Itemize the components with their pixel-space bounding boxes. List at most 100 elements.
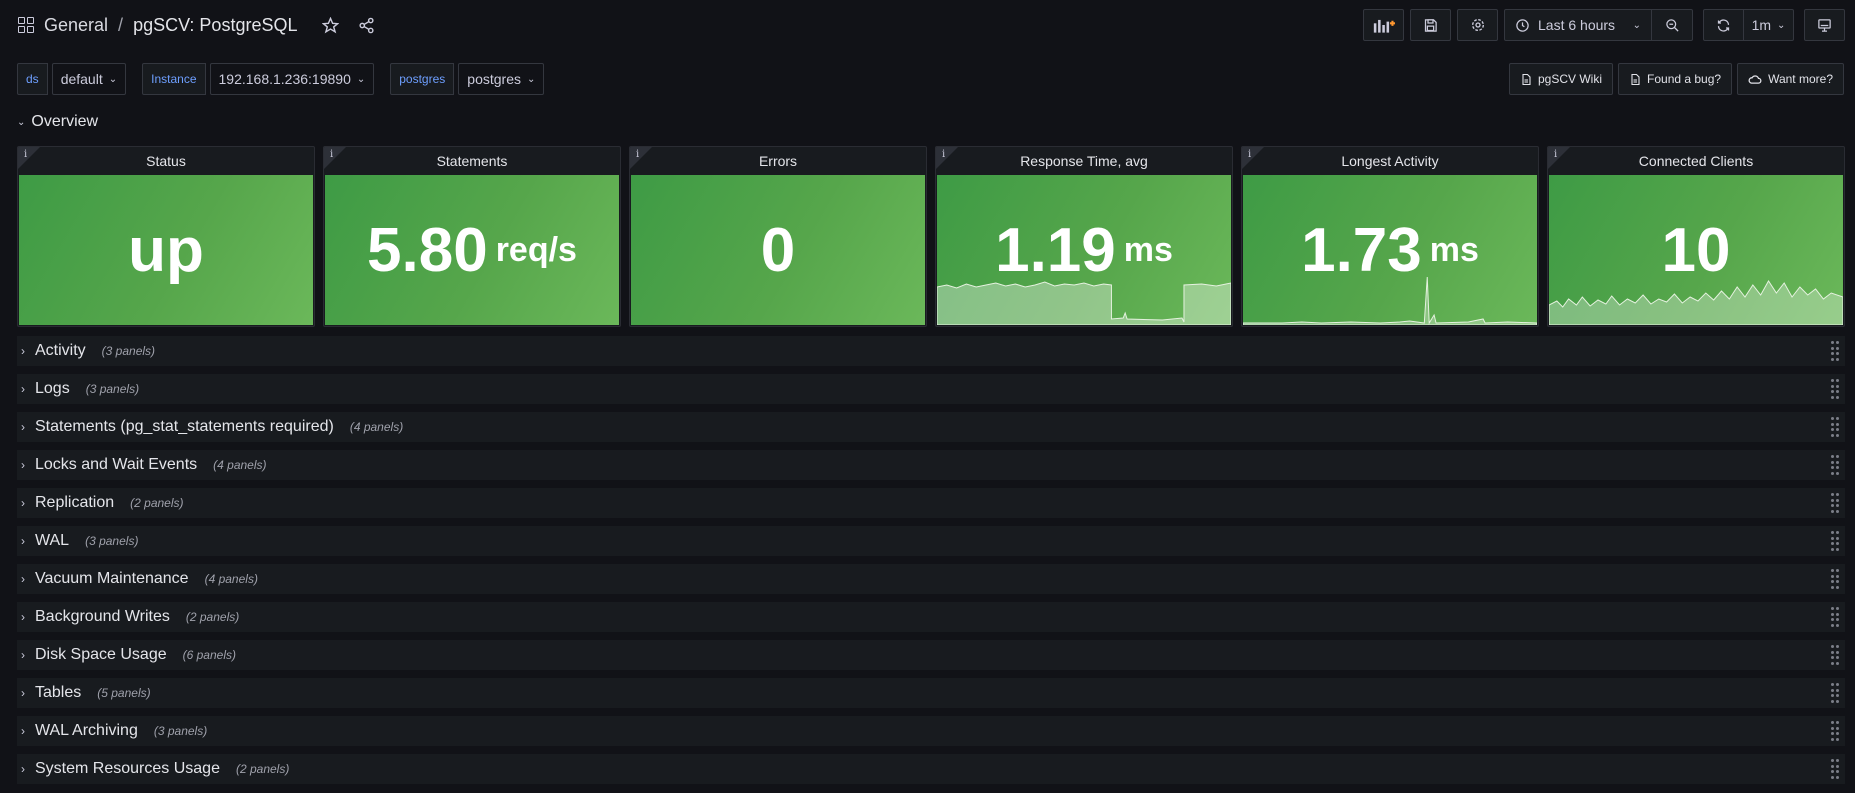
panel-title: Statements: [436, 153, 508, 169]
stat-value: 1.73: [1301, 215, 1422, 285]
drag-handle-icon[interactable]: [1831, 341, 1839, 361]
link-found-a-bug[interactable]: Found a bug?: [1618, 63, 1733, 95]
row-overview[interactable]: ⌄ Overview: [17, 113, 98, 131]
chevron-right-icon: ›: [21, 762, 25, 776]
drag-handle-icon[interactable]: [1831, 721, 1839, 741]
row-disk-space-usage[interactable]: › Disk Space Usage (6 panels): [17, 640, 1845, 670]
info-icon[interactable]: i: [24, 149, 27, 160]
save-icon: [1424, 18, 1437, 32]
time-range-label: Last 6 hours: [1538, 17, 1616, 33]
info-icon[interactable]: i: [1248, 149, 1251, 160]
stat-value-area: up: [19, 175, 313, 325]
info-icon[interactable]: i: [330, 149, 333, 160]
stat-value-area: 10: [1549, 175, 1843, 325]
chevron-right-icon: ›: [21, 724, 25, 738]
dashboard-settings-button[interactable]: [1457, 9, 1498, 41]
chevron-right-icon: ›: [21, 496, 25, 510]
chevron-right-icon: ›: [21, 420, 25, 434]
stat-unit: ms: [1429, 230, 1479, 269]
row-title: Locks and Wait Events: [35, 456, 198, 473]
info-icon[interactable]: i: [636, 149, 639, 160]
drag-handle-icon[interactable]: [1831, 493, 1839, 513]
gear-icon: [1471, 19, 1484, 31]
drag-handle-icon[interactable]: [1831, 759, 1839, 779]
info-icon[interactable]: i: [942, 149, 945, 160]
chevron-down-icon: ⌄: [356, 73, 366, 85]
row-locks-and-wait-events[interactable]: › Locks and Wait Events (4 panels): [17, 450, 1845, 480]
stat-panel-errors[interactable]: i Errors 0: [629, 146, 927, 327]
row-wal[interactable]: › WAL (3 panels): [17, 526, 1845, 556]
row-title: WAL Archiving: [35, 722, 138, 739]
row-background-writes[interactable]: › Background Writes (2 panels): [17, 602, 1845, 632]
chevron-down-icon: ⌄: [17, 116, 26, 128]
row-panel-count: (2 panels): [185, 610, 240, 624]
row-vacuum-maintenance[interactable]: › Vacuum Maintenance (4 panels): [17, 564, 1845, 594]
stat-panel-status[interactable]: i Status up: [17, 146, 315, 327]
zoom-out-button[interactable]: [1652, 9, 1693, 41]
row-system-resources-usage[interactable]: › System Resources Usage (2 panels): [17, 754, 1845, 784]
row-panel-count: (2 panels): [235, 762, 290, 776]
link-label: Found a bug?: [1647, 72, 1722, 86]
add-panel-button[interactable]: [1363, 9, 1404, 41]
drag-handle-icon[interactable]: [1831, 531, 1839, 551]
link-want-more[interactable]: Want more?: [1737, 63, 1844, 95]
time-picker-button[interactable]: Last 6 hours ⌄: [1504, 9, 1652, 41]
link-pgscv-wiki[interactable]: pgSCV Wiki: [1509, 63, 1614, 95]
dashboard-title[interactable]: pgSCV: PostgreSQL: [133, 15, 297, 36]
variable-select[interactable]: 192.168.1.236:19890 ⌄: [209, 63, 375, 95]
info-corner: [1242, 147, 1264, 169]
row-title: System Resources Usage: [35, 760, 220, 777]
info-corner: [18, 147, 40, 169]
row-panel-count: (4 panels): [213, 458, 267, 472]
stat-panel-statements[interactable]: i Statements 5.80 req/s: [323, 146, 621, 327]
cycle-view-mode-button[interactable]: [1804, 9, 1845, 41]
variable-select[interactable]: postgres ⌄: [458, 63, 545, 95]
drag-handle-icon[interactable]: [1831, 683, 1839, 703]
info-icon[interactable]: i: [1554, 149, 1557, 160]
variable-value: default: [60, 71, 103, 87]
stat-value: 0: [760, 215, 796, 285]
stat-panel-response-time[interactable]: i Response Time, avg 1.19 ms: [935, 146, 1233, 327]
panel-header[interactable]: i Statements: [324, 147, 620, 175]
breadcrumb: General / pgSCV: PostgreSQL: [18, 15, 297, 36]
panel-header[interactable]: i Longest Activity: [1242, 147, 1538, 175]
refresh-button[interactable]: [1703, 9, 1744, 41]
dashboard-links: pgSCV Wiki Found a bug? Want more?: [1504, 63, 1844, 95]
breadcrumb-folder[interactable]: General: [44, 15, 108, 36]
stat-panel-longest-activity[interactable]: i Longest Activity 1.73 ms: [1241, 146, 1539, 327]
variable-select[interactable]: default ⌄: [51, 63, 127, 95]
chevron-right-icon: ›: [21, 382, 25, 396]
stat-value-area: 0: [631, 175, 925, 325]
drag-handle-icon[interactable]: [1831, 645, 1839, 665]
drag-handle-icon[interactable]: [1831, 569, 1839, 589]
row-title: Replication: [35, 494, 115, 511]
row-wal-archiving[interactable]: › WAL Archiving (3 panels): [17, 716, 1845, 746]
drag-handle-icon[interactable]: [1831, 417, 1839, 437]
stat-value: 1.19: [995, 215, 1116, 285]
drag-handle-icon[interactable]: [1831, 379, 1839, 399]
panel-header[interactable]: i Errors: [630, 147, 926, 175]
variable-value: 192.168.1.236:19890: [218, 71, 351, 87]
save-dashboard-button[interactable]: [1410, 9, 1451, 41]
drag-handle-icon[interactable]: [1831, 607, 1839, 627]
row-replication[interactable]: › Replication (2 panels): [17, 488, 1845, 518]
row-panel-count: (4 panels): [204, 572, 258, 586]
stat-unit: req/s: [495, 230, 577, 269]
drag-handle-icon[interactable]: [1831, 455, 1839, 475]
row-title: Activity: [35, 342, 86, 359]
row-statements[interactable]: › Statements (pg_stat_statements required…: [17, 412, 1845, 442]
panel-header[interactable]: i Response Time, avg: [936, 147, 1232, 175]
row-activity[interactable]: › Activity (3 panels): [17, 336, 1845, 366]
zoom-out-icon: [1665, 18, 1679, 32]
panel-header[interactable]: i Status: [18, 147, 314, 175]
dashboards-grid-icon[interactable]: [18, 17, 34, 33]
panel-header[interactable]: i Connected Clients: [1548, 147, 1844, 175]
star-icon[interactable]: [317, 12, 343, 38]
refresh-interval-picker[interactable]: 1m ⌄: [1744, 9, 1794, 41]
stat-value: 10: [1661, 215, 1731, 285]
row-logs[interactable]: › Logs (3 panels): [17, 374, 1845, 404]
share-icon[interactable]: [353, 12, 379, 38]
stat-value: up: [128, 215, 204, 285]
stat-panel-connected-clients[interactable]: i Connected Clients 10: [1547, 146, 1845, 327]
row-tables[interactable]: › Tables (5 panels): [17, 678, 1845, 708]
